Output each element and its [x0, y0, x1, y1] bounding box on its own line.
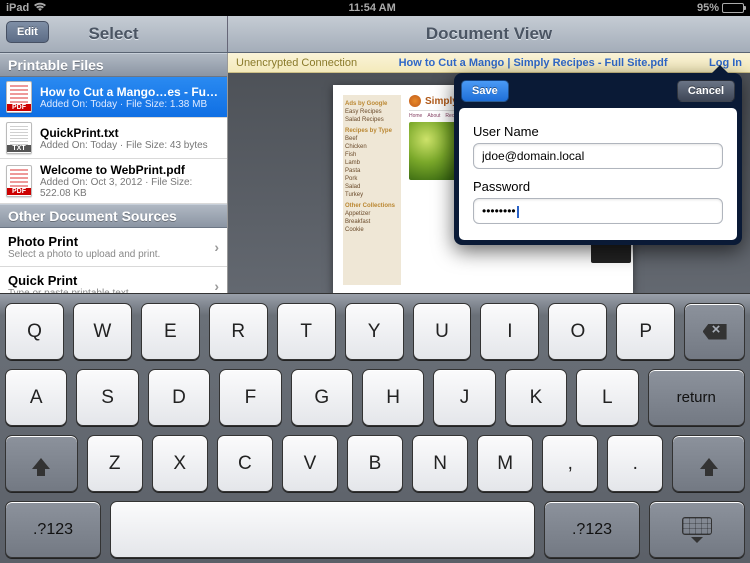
backspace-icon [703, 324, 727, 340]
document-header: Unencrypted Connection How to Cut a Mang… [228, 53, 750, 73]
key-i[interactable]: I [480, 303, 539, 360]
shift-icon [32, 458, 50, 469]
file-row[interactable]: How to Cut a Mango…es - Full Site.pdf Ad… [0, 77, 227, 118]
source-title: Quick Print [8, 273, 219, 288]
files-header: Printable Files [0, 53, 227, 77]
status-time: 11:54 AM [47, 2, 697, 14]
key-l[interactable]: L [576, 369, 638, 426]
key-d[interactable]: D [148, 369, 210, 426]
key-n[interactable]: N [412, 435, 468, 492]
source-row-photo[interactable]: Photo Print Select a photo to upload and… [0, 228, 227, 267]
username-label: User Name [473, 124, 723, 139]
file-sub: Added On: Oct 3, 2012 · File Size: 522.0… [40, 177, 221, 199]
file-title: How to Cut a Mango…es - Full Site.pdf [40, 85, 221, 99]
key-p[interactable]: P [616, 303, 675, 360]
chevron-right-icon: › [214, 239, 219, 255]
key-j[interactable]: J [433, 369, 495, 426]
key-hide-keyboard[interactable] [649, 501, 745, 558]
document-view: Unencrypted Connection How to Cut a Mang… [228, 53, 750, 293]
text-cursor [517, 206, 519, 218]
keyboard-row-3: Z X C V B N M , . [5, 435, 745, 492]
key-y[interactable]: Y [345, 303, 404, 360]
nav-bar: Edit Select Document View [0, 16, 750, 53]
sidebar: Printable Files How to Cut a Mango…es - … [0, 53, 228, 293]
key-shift-left[interactable] [5, 435, 78, 492]
wifi-icon [33, 2, 47, 15]
file-txt-icon [6, 122, 32, 154]
key-return[interactable]: return [648, 369, 745, 426]
key-o[interactable]: O [548, 303, 607, 360]
key-m[interactable]: M [477, 435, 533, 492]
key-c[interactable]: C [217, 435, 273, 492]
content-title: Document View [426, 24, 552, 44]
file-sub: Added On: Today · File Size: 1.38 MB [40, 99, 221, 110]
key-e[interactable]: E [141, 303, 200, 360]
password-input[interactable]: •••••••• [473, 198, 723, 224]
key-comma[interactable]: , [542, 435, 598, 492]
key-v[interactable]: V [282, 435, 338, 492]
save-button[interactable]: Save [461, 80, 509, 102]
edit-button[interactable]: Edit [6, 21, 49, 43]
sidebar-title: Select [88, 24, 138, 44]
key-numsym-right[interactable]: .?123 [544, 501, 640, 558]
cancel-button[interactable]: Cancel [677, 80, 735, 102]
key-s[interactable]: S [76, 369, 138, 426]
keyboard-row-4: .?123 .?123 [5, 501, 745, 558]
username-input[interactable] [473, 143, 723, 169]
key-backspace[interactable] [684, 303, 745, 360]
key-u[interactable]: U [413, 303, 472, 360]
key-space[interactable] [110, 501, 535, 558]
key-x[interactable]: X [152, 435, 208, 492]
keyboard-row-1: Q W E R T Y U I O P [5, 303, 745, 360]
key-numsym-left[interactable]: .?123 [5, 501, 101, 558]
key-g[interactable]: G [291, 369, 353, 426]
key-t[interactable]: T [277, 303, 336, 360]
source-row-quick[interactable]: Quick Print Type or paste printable text… [0, 267, 227, 293]
status-bar: iPad 11:54 AM 95% [0, 0, 750, 16]
connection-warning: Unencrypted Connection [236, 57, 357, 69]
document-title: How to Cut a Mango | Simply Recipes - Fu… [357, 57, 709, 69]
device-label: iPad [6, 2, 29, 14]
shift-icon [700, 458, 718, 469]
key-period[interactable]: . [607, 435, 663, 492]
flower-icon [409, 95, 421, 107]
source-sub: Select a photo to upload and print. [8, 249, 219, 260]
key-z[interactable]: Z [87, 435, 143, 492]
keyboard: Q W E R T Y U I O P A S D F G H J K L re… [0, 293, 750, 563]
key-w[interactable]: W [73, 303, 132, 360]
key-shift-right[interactable] [672, 435, 745, 492]
key-b[interactable]: B [347, 435, 403, 492]
file-row[interactable]: QuickPrint.txt Added On: Today · File Si… [0, 118, 227, 159]
chevron-right-icon: › [214, 278, 219, 293]
file-sub: Added On: Today · File Size: 43 bytes [40, 140, 221, 151]
file-title: QuickPrint.txt [40, 126, 221, 140]
sources-header: Other Document Sources [0, 204, 227, 228]
key-f[interactable]: F [219, 369, 281, 426]
login-popover: Save Cancel User Name Password •••••••• [454, 73, 742, 245]
key-r[interactable]: R [209, 303, 268, 360]
file-title: Welcome to WebPrint.pdf [40, 163, 221, 177]
file-row[interactable]: Welcome to WebPrint.pdf Added On: Oct 3,… [0, 159, 227, 204]
source-title: Photo Print [8, 234, 219, 249]
key-h[interactable]: H [362, 369, 424, 426]
hide-keyboard-icon [682, 517, 712, 543]
battery-percent: 95% [697, 2, 719, 14]
password-label: Password [473, 179, 723, 194]
key-a[interactable]: A [5, 369, 67, 426]
file-pdf-icon [6, 165, 32, 197]
key-k[interactable]: K [505, 369, 567, 426]
file-pdf-icon [6, 81, 32, 113]
keyboard-row-2: A S D F G H J K L return [5, 369, 745, 426]
battery-icon [722, 3, 744, 13]
key-q[interactable]: Q [5, 303, 64, 360]
page-sidemenu: Ads by Google Easy Recipes Salad Recipes… [343, 95, 401, 285]
